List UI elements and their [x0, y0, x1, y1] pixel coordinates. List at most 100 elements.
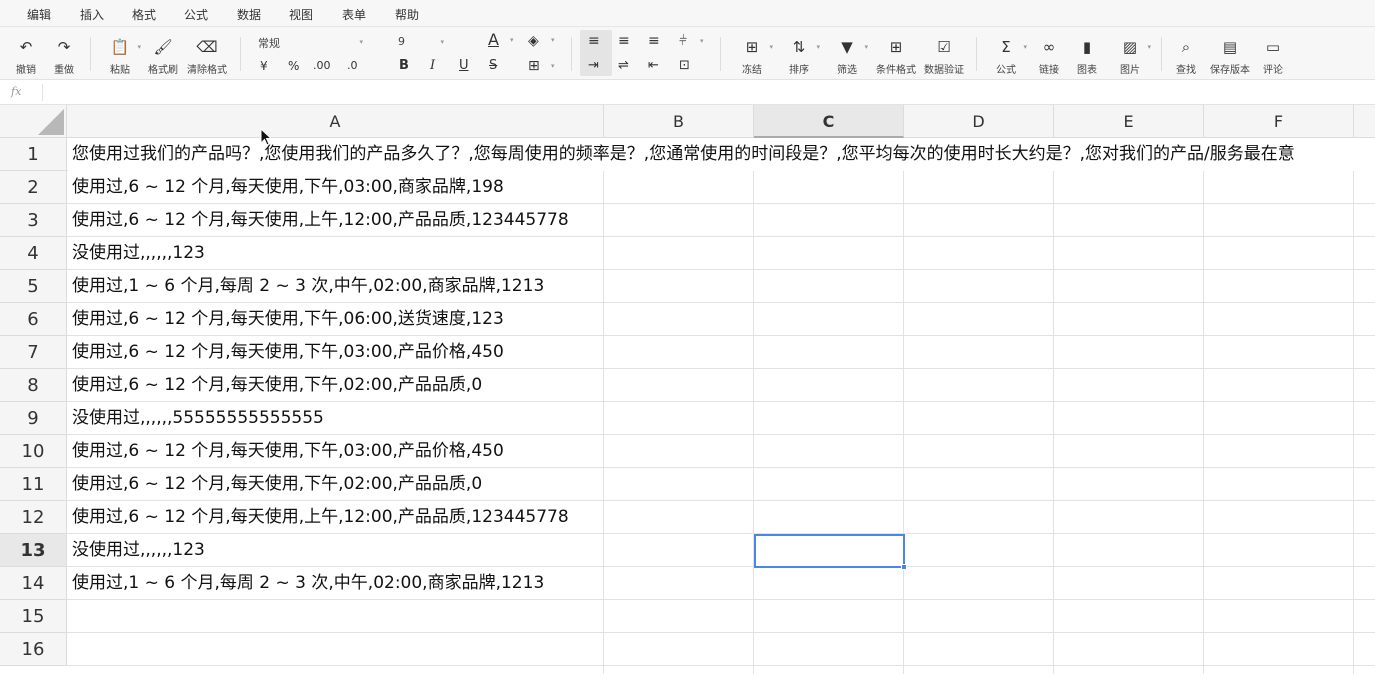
align-center-icon[interactable]: ≡	[618, 33, 630, 49]
cell-a15[interactable]	[68, 600, 72, 633]
comment-button[interactable]: ▭ 评论	[1261, 37, 1285, 76]
menu-insert[interactable]: 插入	[80, 6, 104, 23]
menu-format[interactable]: 格式	[132, 6, 156, 23]
grid-hline	[67, 632, 1375, 633]
formula-divider	[42, 84, 43, 101]
undo-icon: ↶	[19, 38, 33, 56]
cell-a2[interactable]: 使用过,6 ~ 12 个月,每天使用,下午,03:00,商家品牌,198	[68, 171, 504, 204]
column-header-b[interactable]: B	[604, 105, 754, 138]
decrease-decimal-button[interactable]: .0	[347, 58, 358, 74]
cell-a14[interactable]: 使用过,1 ~ 6 个月,每周 2 ~ 3 次,中午,02:00,商家品牌,12…	[68, 567, 544, 600]
row-header[interactable]: 15	[0, 600, 67, 633]
data-validation-button[interactable]: ☑ 数据验证	[924, 37, 964, 76]
wrap-text-icon[interactable]: ⇌	[618, 58, 629, 74]
link-button[interactable]: ∞ 链接	[1037, 37, 1061, 76]
increase-decimal-button[interactable]: .00	[313, 58, 331, 74]
menu-edit[interactable]: 编辑	[27, 6, 51, 23]
redo-button[interactable]: ↷ 重做	[52, 37, 76, 76]
align-left-icon[interactable]: ≡	[588, 33, 600, 49]
cell-a10[interactable]: 使用过,6 ~ 12 个月,每天使用,下午,03:00,产品价格,450	[68, 435, 504, 468]
column-header-f[interactable]: F	[1204, 105, 1354, 138]
column-header-a[interactable]: A	[67, 105, 604, 138]
cell-a13[interactable]: 没使用过,,,,,,123	[68, 534, 205, 567]
chevron-down-icon: ▾	[816, 43, 820, 51]
cell-a5[interactable]: 使用过,1 ~ 6 个月,每周 2 ~ 3 次,中午,02:00,商家品牌,12…	[68, 270, 544, 303]
column-header-d[interactable]: D	[904, 105, 1054, 138]
column-header-c[interactable]: C	[754, 105, 904, 138]
row-header[interactable]: 1	[0, 138, 67, 171]
clear-format-button[interactable]: ⌫ 清除格式	[187, 37, 227, 76]
underline-button[interactable]: U	[459, 58, 469, 74]
chevron-down-icon[interactable]: ▾	[551, 62, 555, 70]
cell-a8[interactable]: 使用过,6 ~ 12 个月,每天使用,下午,02:00,产品品质,0	[68, 369, 482, 402]
formula-input[interactable]	[52, 84, 1352, 101]
paste-button[interactable]: 📋 ▾ 粘贴	[108, 37, 141, 76]
row-header[interactable]: 7	[0, 336, 67, 369]
cell-a6[interactable]: 使用过,6 ~ 12 个月,每天使用,下午,06:00,送货速度,123	[68, 303, 504, 336]
freeze-button[interactable]: ⊞ ▾ 冻结	[740, 37, 773, 76]
clip-text-icon[interactable]: ⇤	[648, 58, 659, 74]
row-header[interactable]: 2	[0, 171, 67, 204]
text-overflow-icon[interactable]: ⇥	[588, 58, 599, 74]
row-header[interactable]: 8	[0, 369, 67, 402]
fill-handle[interactable]	[901, 564, 907, 570]
borders-icon[interactable]: ⊞	[528, 58, 540, 74]
row-header[interactable]: 11	[0, 468, 67, 501]
chevron-down-icon[interactable]: ▾	[551, 36, 555, 44]
chart-button[interactable]: ▮ 图表	[1075, 37, 1099, 76]
menu-form[interactable]: 表单	[342, 6, 366, 23]
row-header[interactable]: 6	[0, 303, 67, 336]
format-painter-label: 格式刷	[148, 65, 178, 76]
image-button[interactable]: ▨ ▾ 图片	[1118, 37, 1151, 76]
currency-button[interactable]: ¥	[260, 58, 268, 74]
row-header[interactable]: 4	[0, 237, 67, 270]
menu-view[interactable]: 视图	[289, 6, 313, 23]
row-header[interactable]: 12	[0, 501, 67, 534]
column-header-e[interactable]: E	[1054, 105, 1204, 138]
sort-button[interactable]: ⇅ ▾ 排序	[787, 37, 820, 76]
vertical-align-icon[interactable]: ⫩	[679, 33, 687, 49]
align-right-icon[interactable]: ≡	[648, 33, 660, 49]
percent-button[interactable]: %	[288, 58, 299, 74]
row-header[interactable]: 9	[0, 402, 67, 435]
chevron-down-icon[interactable]: ▾	[700, 37, 704, 45]
chevron-down-icon[interactable]: ▾	[510, 36, 514, 44]
conditional-format-button[interactable]: ⊞ 条件格式	[876, 37, 916, 76]
format-painter-button[interactable]: 🖌 格式刷	[148, 37, 178, 76]
number-format-select[interactable]: 常规 ▾	[258, 35, 363, 51]
filter-button[interactable]: ▼ ▾ 筛选	[835, 37, 868, 76]
row-header[interactable]: 10	[0, 435, 67, 468]
cell-a7[interactable]: 使用过,6 ~ 12 个月,每天使用,下午,03:00,产品价格,450	[68, 336, 504, 369]
column-header-next[interactable]	[1354, 105, 1375, 138]
cell-a12[interactable]: 使用过,6 ~ 12 个月,每天使用,上午,12:00,产品品质,1234457…	[68, 501, 569, 534]
conditional-format-icon: ⊞	[889, 38, 903, 56]
select-all-corner[interactable]	[0, 105, 67, 138]
fill-color-icon[interactable]: ◈	[528, 33, 539, 49]
menu-formula[interactable]: 公式	[184, 6, 208, 23]
cell-a11[interactable]: 使用过,6 ~ 12 个月,每天使用,下午,02:00,产品品质,0	[68, 468, 482, 501]
cell-a4[interactable]: 没使用过,,,,,,123	[68, 237, 205, 270]
merge-cells-icon[interactable]: ⊡	[679, 58, 690, 74]
row-header[interactable]: 16	[0, 633, 67, 666]
row-header[interactable]: 13	[0, 534, 67, 567]
cell-a3[interactable]: 使用过,6 ~ 12 个月,每天使用,上午,12:00,产品品质,1234457…	[68, 204, 569, 237]
italic-button[interactable]: I	[430, 58, 435, 74]
save-version-button[interactable]: ▤ 保存版本	[1209, 37, 1251, 76]
menu-help[interactable]: 帮助	[395, 6, 419, 23]
cell-a9[interactable]: 没使用过,,,,,,55555555555555	[68, 402, 324, 435]
find-button[interactable]: ⌕ 查找	[1174, 37, 1198, 76]
row-header[interactable]: 5	[0, 270, 67, 303]
row-header[interactable]: 3	[0, 204, 67, 237]
menu-data[interactable]: 数据	[237, 6, 261, 23]
cell-a16[interactable]	[68, 633, 72, 666]
strikethrough-button[interactable]: S	[489, 58, 497, 74]
corner-triangle-icon	[38, 109, 64, 135]
undo-button[interactable]: ↶ 撤销	[14, 37, 38, 76]
selected-cell[interactable]	[754, 534, 907, 570]
bold-button[interactable]: B	[399, 58, 409, 74]
font-size-select[interactable]: 9 ▾	[398, 35, 444, 48]
formula-button[interactable]: Σ ▾ 公式	[994, 37, 1027, 76]
font-color-button[interactable]: A	[488, 32, 499, 48]
row-header[interactable]: 14	[0, 567, 67, 600]
font-size-value: 9	[398, 35, 405, 48]
